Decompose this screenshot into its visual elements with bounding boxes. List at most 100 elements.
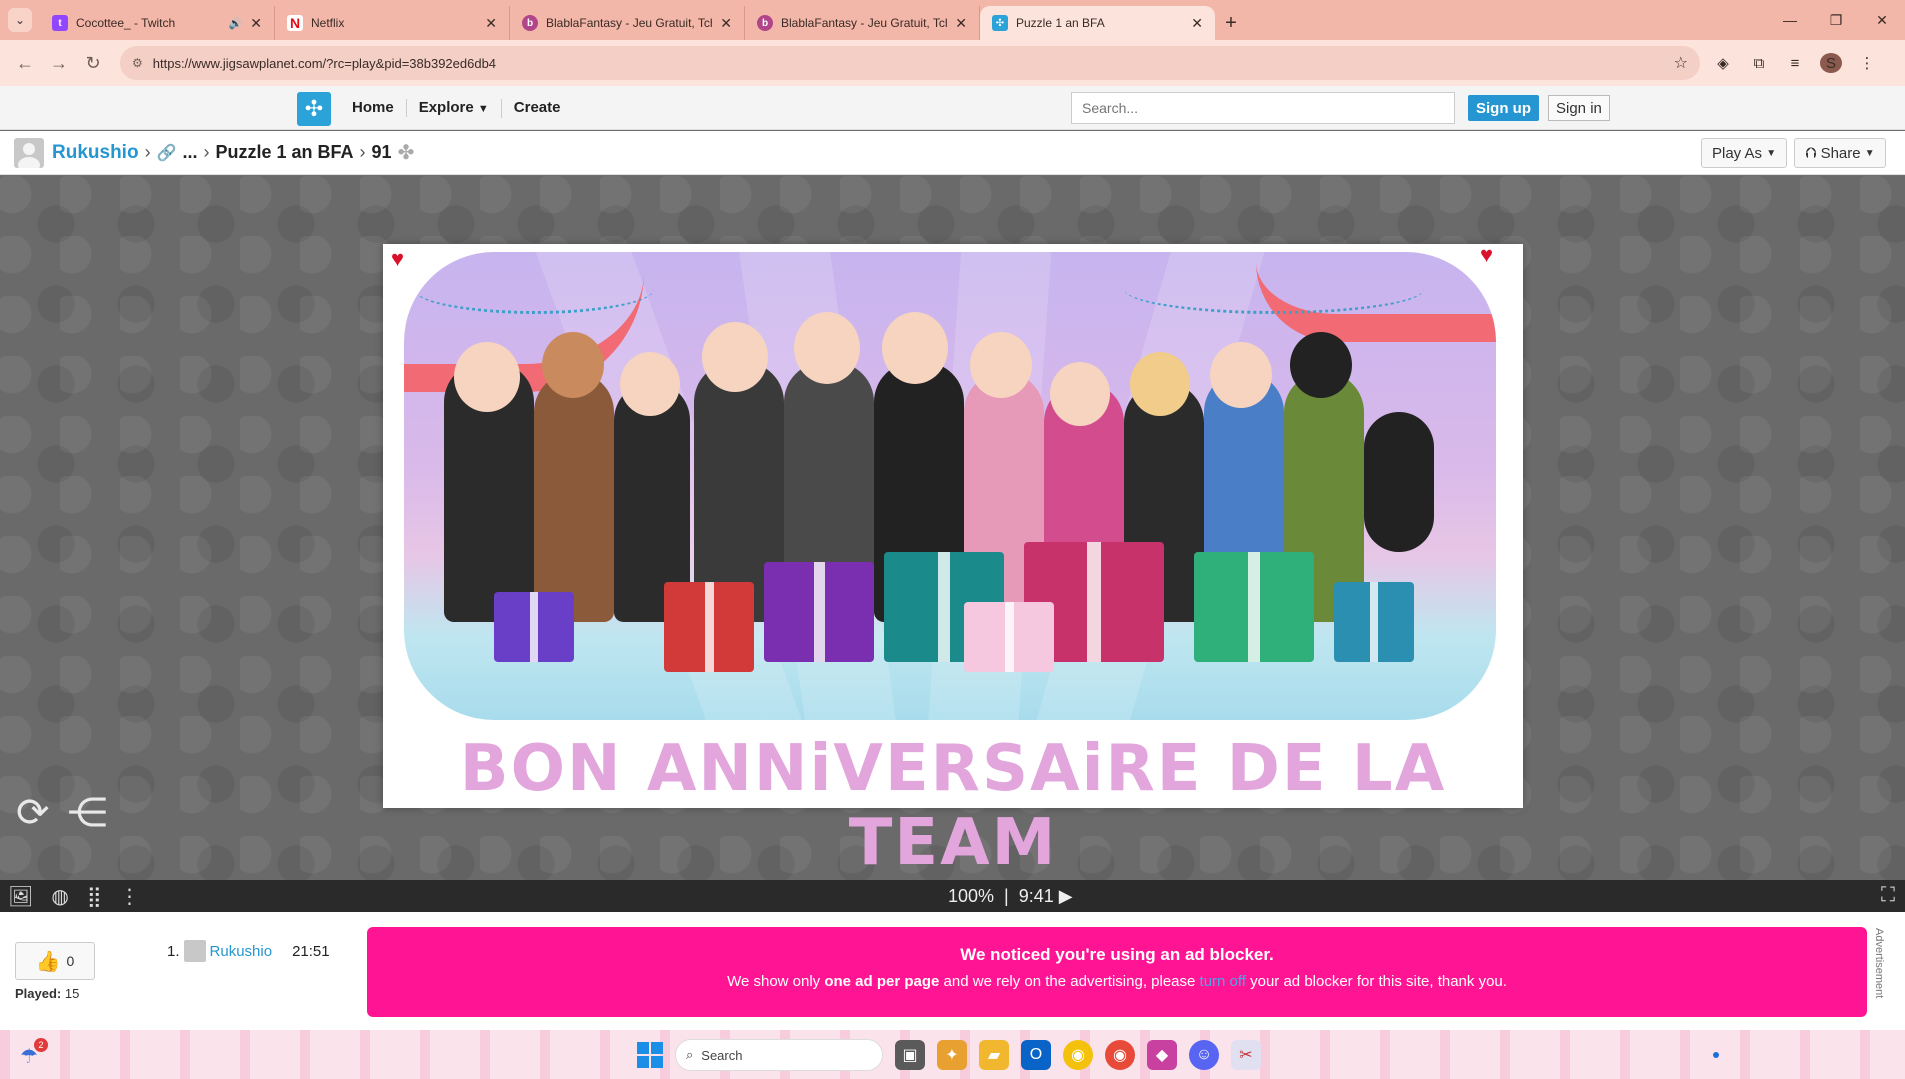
character-head xyxy=(794,312,860,384)
puzzle-piece-icon: ✤ xyxy=(397,142,415,164)
gift-box xyxy=(1334,582,1414,662)
tray-indicator xyxy=(1713,1052,1719,1058)
tab-blablafantasy-1[interactable]: b BlablaFantasy - Jeu Gratuit, Tch... ✕ xyxy=(510,6,745,40)
turn-off-link[interactable]: turn off xyxy=(1200,973,1246,990)
caret-down-icon: ▼ xyxy=(1864,147,1875,159)
windows-start-icon[interactable] xyxy=(637,1042,663,1068)
gift-box xyxy=(664,582,754,672)
breadcrumb-user[interactable]: Rukushio xyxy=(52,142,139,164)
tab-title: BlablaFantasy - Jeu Gratuit, Tch... xyxy=(546,16,713,30)
tab-puzzle[interactable]: ✣ Puzzle 1 an BFA ✕ xyxy=(980,6,1215,40)
chrome-icon[interactable]: ◉ xyxy=(1063,1040,1093,1070)
media-control-icon[interactable]: ≡ xyxy=(1784,55,1806,72)
copilot-icon[interactable]: ✦ xyxy=(937,1040,967,1070)
adblock-notice: We noticed you're using an ad blocker. W… xyxy=(367,927,1867,1017)
adblock-text: and we rely on the advertising, please xyxy=(939,973,1200,990)
play-icon[interactable]: ▶ xyxy=(1059,886,1073,906)
window-controls: — ❐ ✕ xyxy=(1767,0,1905,40)
blablafantasy-icon: b xyxy=(757,15,773,31)
nav-explore-label: Explore xyxy=(418,98,474,116)
close-window-icon[interactable]: ✕ xyxy=(1859,0,1905,40)
notification-badge: 2 xyxy=(34,1038,48,1052)
link-icon[interactable]: 🔗 xyxy=(157,143,177,163)
file-explorer-icon[interactable]: ▰ xyxy=(979,1040,1009,1070)
taskbar-search-label: Search xyxy=(701,1047,743,1063)
puzzle-board[interactable]: ♥ ♥ BON ANNiVERSAiRE DE LA TEAM ⟳ ⋲ xyxy=(0,176,1905,880)
puzzle-info: 👍 0 Played: 15 1. Rukushio 21:51 We noti… xyxy=(0,912,1905,1030)
tab-netflix[interactable]: N Netflix ✕ xyxy=(275,6,510,40)
chevron-down-icon: ⌄ xyxy=(8,8,32,32)
puzzle-image[interactable]: ♥ ♥ BON ANNiVERSAiRE DE LA TEAM xyxy=(383,242,1523,880)
jigsawplanet-logo[interactable]: ✣ xyxy=(297,92,331,126)
back-icon[interactable]: ← xyxy=(8,46,42,80)
tab-blablafantasy-2[interactable]: b BlablaFantasy - Jeu Gratuit, Tch... ✕ xyxy=(745,6,980,40)
played-value: 15 xyxy=(64,986,80,1001)
played-label: Played: xyxy=(15,986,62,1001)
leaderboard-rank: 1. xyxy=(167,942,180,960)
address-bar[interactable]: ⚙ https://www.jigsawplanet.com/?rc=play&… xyxy=(120,46,1700,80)
like-button[interactable]: 👍 0 xyxy=(15,942,95,980)
close-icon[interactable]: ✕ xyxy=(485,15,497,32)
share-icon: ⮉ xyxy=(1805,144,1817,162)
nav-explore[interactable]: Explore ▼ xyxy=(407,98,502,118)
puzzle-status-bar: 🖼 ◍ ⣿ ⋮ 100% | 9:41 ▶ ⛶ xyxy=(0,880,1905,912)
fullscreen-icon[interactable]: ⛶ xyxy=(1881,884,1895,907)
user-avatar[interactable] xyxy=(14,137,44,168)
heart-icon: ♥ xyxy=(391,246,405,271)
refresh-icon[interactable]: ⟳ xyxy=(16,790,50,836)
extension-icon[interactable]: ◈ xyxy=(1712,54,1734,72)
restore-icon[interactable]: ❐ xyxy=(1813,0,1859,40)
snipping-tool-icon[interactable]: ✂ xyxy=(1231,1040,1261,1070)
discord-icon[interactable]: ☺ xyxy=(1189,1040,1219,1070)
piece-count[interactable]: 91 xyxy=(372,142,392,163)
ghost-image-icon[interactable]: ◍ xyxy=(51,884,68,909)
character-head xyxy=(542,332,604,398)
jigsawplanet-icon: ✣ xyxy=(992,15,1008,31)
sign-up-button[interactable]: Sign up xyxy=(1468,95,1539,121)
close-icon[interactable]: ✕ xyxy=(955,15,967,32)
site-info-icon[interactable]: ⚙ xyxy=(132,56,143,70)
url-text[interactable]: https://www.jigsawplanet.com/?rc=play&pi… xyxy=(153,56,1674,71)
taskbar-search[interactable]: ⌕ Search xyxy=(675,1039,883,1071)
new-tab-button[interactable]: + xyxy=(1215,6,1247,40)
os-taskbar: ☂ 2 ⌕ Search ▣ ✦ ▰ O ◉ ◉ ◆ ☺ ✂ xyxy=(0,1030,1905,1079)
close-icon[interactable]: ✕ xyxy=(250,15,262,32)
game-app-icon[interactable]: ◆ xyxy=(1147,1040,1177,1070)
character-head xyxy=(620,352,680,416)
close-icon[interactable]: ✕ xyxy=(720,15,732,32)
close-icon[interactable]: ✕ xyxy=(1191,15,1203,32)
chevron-right-icon: › xyxy=(203,142,210,162)
more-options-icon[interactable]: ⋮ xyxy=(120,884,140,909)
outlook-icon[interactable]: O xyxy=(1021,1040,1051,1070)
adblock-message: We show only one ad per page and we rely… xyxy=(367,973,1867,990)
gift-box xyxy=(764,562,874,662)
breadcrumb-ellipsis[interactable]: ... xyxy=(182,142,197,163)
grid-icon[interactable]: ⣿ xyxy=(87,884,102,909)
nav-home[interactable]: Home xyxy=(340,99,407,117)
character-head xyxy=(454,342,520,412)
tab-search-button[interactable]: ⌄ xyxy=(0,0,40,40)
play-as-dropdown[interactable]: Play As ▼ xyxy=(1701,138,1788,168)
search-input[interactable] xyxy=(1071,92,1455,124)
share-dropdown[interactable]: ⮉ Share ▼ xyxy=(1794,138,1886,168)
user-avatar[interactable] xyxy=(183,940,206,962)
forward-icon[interactable]: → xyxy=(42,46,76,80)
nav-create[interactable]: Create xyxy=(502,99,573,117)
adblock-heading: We noticed you're using an ad blocker. xyxy=(960,945,1274,964)
bookmark-star-icon[interactable]: ☆ xyxy=(1674,53,1688,73)
share-icon[interactable]: ⋲ xyxy=(68,790,108,836)
task-view-icon[interactable]: ▣ xyxy=(895,1040,925,1070)
profile-avatar[interactable]: S xyxy=(1820,53,1842,73)
extensions-puzzle-icon[interactable]: ⧉ xyxy=(1748,55,1770,72)
reload-icon[interactable]: ↻ xyxy=(76,46,110,80)
image-preview-icon[interactable]: 🖼 xyxy=(8,884,33,909)
speaker-icon[interactable]: 🔊 xyxy=(229,17,243,30)
gift-box xyxy=(494,592,574,662)
chrome-profile-icon[interactable]: ◉ xyxy=(1105,1040,1135,1070)
minimize-icon[interactable]: — xyxy=(1767,0,1813,40)
more-menu-icon[interactable]: ⋮ xyxy=(1856,54,1878,72)
sign-in-button[interactable]: Sign in xyxy=(1548,95,1610,121)
tab-twitch[interactable]: t Cocottee_ - Twitch 🔊 ✕ xyxy=(40,6,275,40)
chevron-right-icon: › xyxy=(359,142,366,162)
leaderboard-user[interactable]: Rukushio xyxy=(210,943,273,960)
